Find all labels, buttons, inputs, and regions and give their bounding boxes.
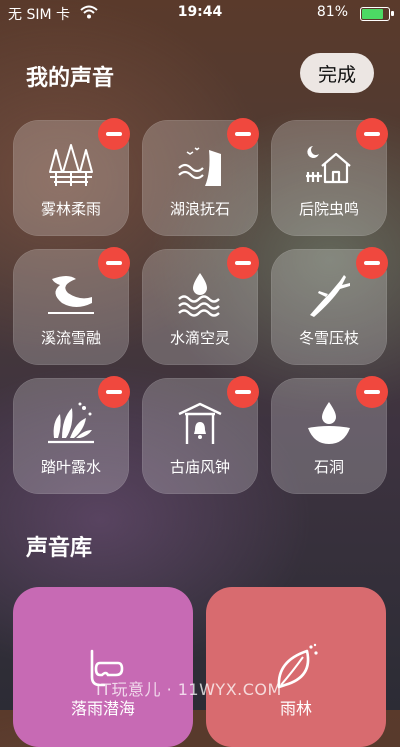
remove-button[interactable]: [227, 247, 259, 279]
remove-button[interactable]: [356, 247, 388, 279]
snow-branch-icon: [310, 275, 350, 317]
remove-button[interactable]: [98, 376, 130, 408]
library-item-rainforest[interactable]: 雨林: [206, 587, 386, 747]
sound-tile-label: 湖浪抚石: [169, 200, 230, 218]
sound-tile-label: 溪流雪融: [40, 329, 101, 347]
remove-button[interactable]: [227, 118, 259, 150]
sound-tile-label: 后院虫鸣: [298, 200, 359, 218]
backyard-house-icon: [306, 146, 351, 184]
remove-button[interactable]: [98, 247, 130, 279]
sound-tile-label: 雾林柔雨: [40, 200, 101, 218]
temple-bell-icon: [178, 402, 222, 444]
sound-tile-label: 古庙风钟: [169, 458, 230, 476]
battery-icon: [360, 7, 394, 21]
sound-tile-label: 踏叶露水: [40, 458, 101, 476]
foggy-forest-icon: [49, 144, 93, 186]
remove-button[interactable]: [356, 376, 388, 408]
remove-button[interactable]: [356, 118, 388, 150]
battery-percent: 81%: [316, 4, 348, 20]
lake-waves-icon: [178, 147, 221, 186]
page-title: 我的声音: [26, 66, 115, 91]
cave-drop-icon: [308, 402, 350, 444]
sound-tile-label: 石洞: [313, 458, 344, 476]
leaves-dew-icon: [48, 402, 94, 444]
sound-tile-label: 冬雪压枝: [298, 329, 359, 347]
remove-button[interactable]: [98, 118, 130, 150]
status-bar: 无 SIM 卡 19:44 81%: [0, 0, 400, 26]
library-title: 声音库: [26, 536, 93, 561]
watermark: IT玩意儿 · 11WYX.COM: [96, 680, 282, 699]
sound-tile-label: 水滴空灵: [169, 329, 230, 347]
water-drop-icon: [178, 273, 220, 317]
stream-icon: [48, 276, 94, 314]
remove-button[interactable]: [227, 376, 259, 408]
done-button[interactable]: 完成: [300, 53, 374, 93]
library-item-rain-dive[interactable]: 落雨潜海: [13, 587, 193, 747]
